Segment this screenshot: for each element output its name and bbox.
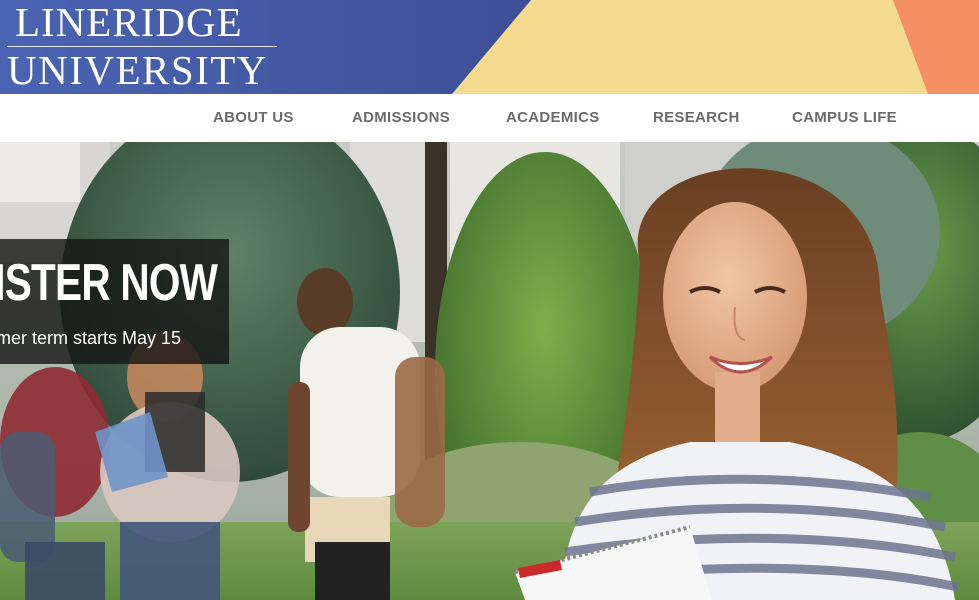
university-logo[interactable]: LINERIDGE UNIVERSITY	[7, 2, 279, 91]
site-header: LINERIDGE UNIVERSITY	[0, 0, 979, 94]
main-nav: ABOUT US ADMISSIONS ACADEMICS RESEARCH C…	[0, 94, 979, 142]
register-now-headline: GISTER NOW	[0, 254, 218, 312]
nav-item-campus-life[interactable]: CAMPUS LIFE	[792, 94, 897, 142]
nav-item-research[interactable]: RESEARCH	[653, 94, 740, 142]
logo-divider	[7, 46, 277, 47]
summer-term-caption: mer term starts May 15	[0, 328, 182, 348]
logo-line-2: UNIVERSITY	[7, 47, 268, 93]
logo-line-1: LINERIDGE	[15, 0, 243, 45]
register-promo-banner[interactable]: GISTER NOW mer term starts May 15	[0, 239, 229, 364]
hero-photo	[0, 142, 979, 600]
nav-item-about-us[interactable]: ABOUT US	[213, 94, 294, 142]
hero-banner: GISTER NOW mer term starts May 15	[0, 142, 979, 600]
nav-item-admissions[interactable]: ADMISSIONS	[352, 94, 450, 142]
nav-item-academics[interactable]: ACADEMICS	[506, 94, 600, 142]
